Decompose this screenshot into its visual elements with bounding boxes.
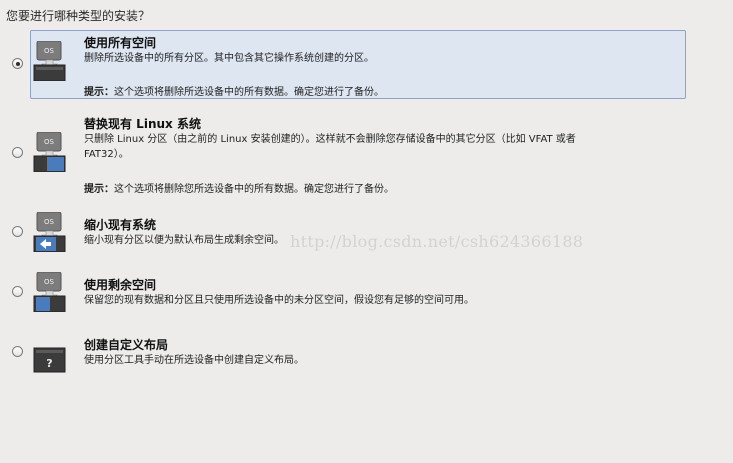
radio-replace-linux[interactable]	[12, 147, 23, 158]
option-desc-replace-linux: 只删除 Linux 分区（由之前的 Linux 安装创建的）。这样就不会删除您存…	[84, 132, 654, 162]
svg-text:OS: OS	[44, 47, 55, 55]
radio-use-free-space[interactable]	[12, 286, 23, 297]
svg-text:OS: OS	[44, 138, 55, 146]
hint-label: 提示：	[84, 184, 114, 195]
option-hint-use-all-space: 提示：这个选项将删除所选设备中的所有数据。确定您进行了备份。	[84, 83, 384, 98]
option-title-use-free-space: 使用剩余空间	[84, 278, 157, 292]
hint-text: 这个选项将删除您所选设备中的所有数据。确定您进行了备份。	[114, 184, 394, 195]
option-title-custom-layout: 创建自定义布局	[84, 338, 169, 352]
hint-text: 这个选项将删除所选设备中的所有数据。确定您进行了备份。	[114, 87, 384, 98]
option-hint-replace-linux: 提示：这个选项将删除您所选设备中的所有数据。确定您进行了备份。	[84, 180, 394, 195]
svg-text:OS: OS	[44, 278, 55, 286]
option-title-shrink-system: 缩小现有系统	[84, 218, 157, 232]
drive-shrink-icon: OS	[33, 212, 66, 252]
drive-erase-all-icon: OS	[33, 41, 66, 81]
option-title-replace-linux: 替换现有 Linux 系统	[84, 117, 201, 131]
svg-text:OS: OS	[44, 218, 55, 226]
radio-shrink-system[interactable]	[12, 226, 23, 237]
drive-custom-layout-icon: ?	[33, 347, 66, 373]
drive-free-space-icon: OS	[33, 272, 66, 312]
option-desc-use-free-space: 保留您的现有数据和分区且只使用所选设备中的未分区空间，假设您有足够的空间可用。	[84, 295, 474, 306]
radio-use-all-space[interactable]	[12, 58, 23, 69]
svg-text:?: ?	[46, 357, 52, 370]
radio-custom-layout[interactable]	[12, 346, 23, 357]
desc-line-2: FAT32）。	[84, 149, 129, 160]
option-desc-shrink-system: 缩小现有分区以便为默认布局生成剩余空间。	[84, 235, 284, 246]
option-desc-use-all-space: 删除所选设备中的所有分区。其中包含其它操作系统创建的分区。	[84, 53, 374, 64]
drive-replace-linux-icon: OS	[33, 132, 66, 172]
option-desc-custom-layout: 使用分区工具手动在所选设备中创建自定义布局。	[84, 355, 304, 366]
desc-line-1: 只删除 Linux 分区（由之前的 Linux 安装创建的）。这样就不会删除您存…	[84, 134, 576, 145]
install-type-question: 您要进行哪种类型的安装？	[6, 9, 151, 23]
option-title-use-all-space: 使用所有空间	[84, 36, 157, 50]
hint-label: 提示：	[84, 87, 114, 98]
